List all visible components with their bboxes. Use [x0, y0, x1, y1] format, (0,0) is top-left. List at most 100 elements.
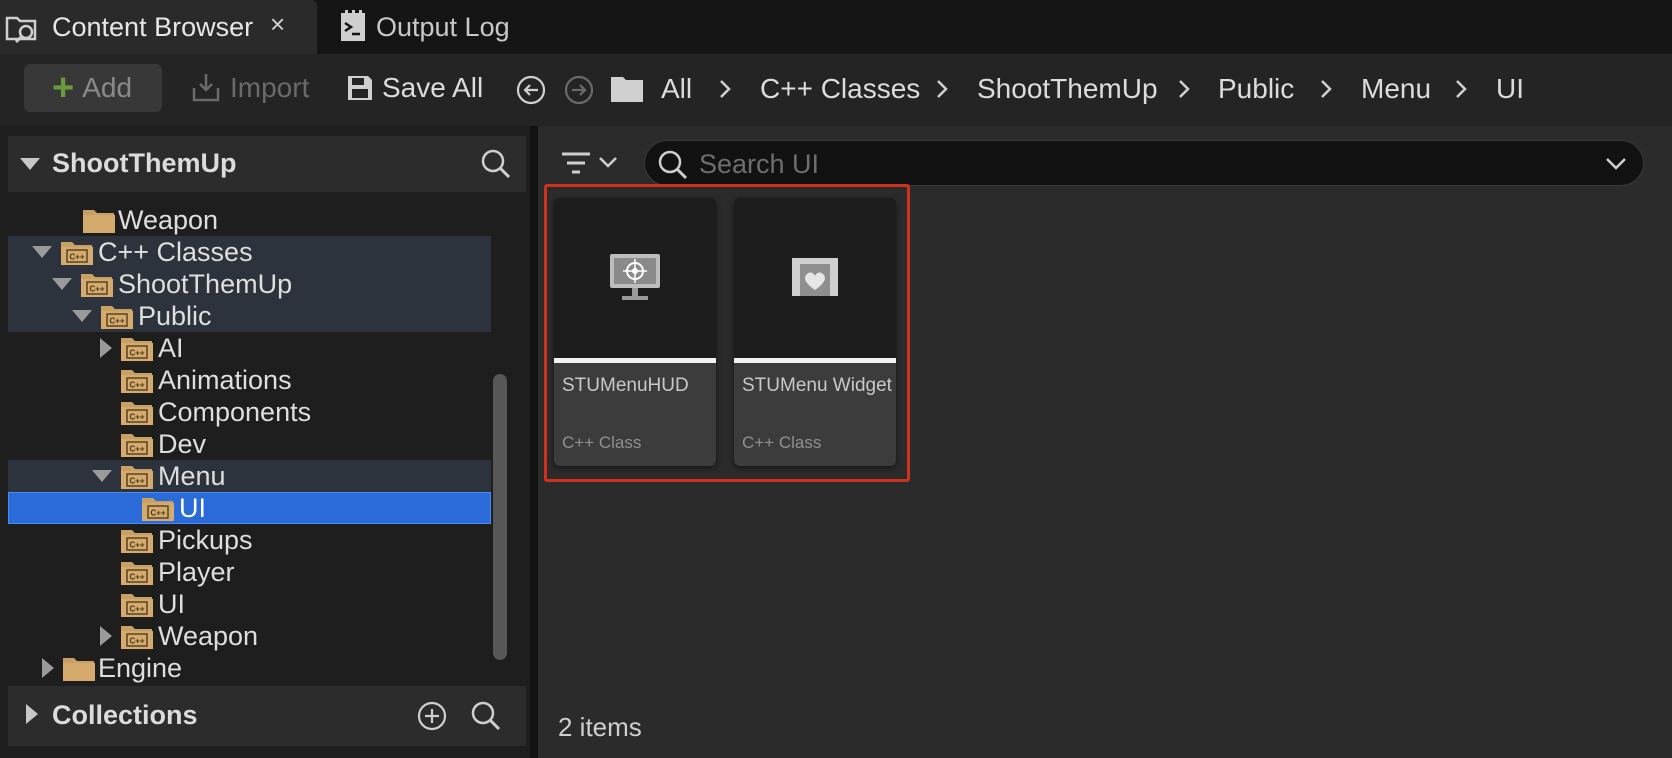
hud-monitor-icon: [610, 254, 660, 300]
breadcrumb-shootthemup[interactable]: ShootThemUp: [977, 71, 1158, 107]
search-icon: [658, 150, 688, 180]
cpp-folder-icon: [120, 558, 154, 586]
collections-title: Collections: [52, 700, 198, 730]
add-collection-icon[interactable]: [416, 700, 448, 732]
cpp-folder-icon: [60, 238, 94, 266]
tree-item-menu[interactable]: Menu: [8, 460, 491, 492]
expand-arrow-icon[interactable]: [92, 470, 112, 482]
breadcrumb-all[interactable]: All: [661, 71, 692, 107]
tree-item-shootthemup[interactable]: ShootThemUp: [8, 268, 491, 300]
tree-item-components[interactable]: Components: [8, 396, 491, 428]
tab-label: Content Browser: [52, 12, 254, 42]
expand-arrow-icon[interactable]: [32, 246, 52, 258]
sources-header[interactable]: ShootThemUp: [8, 136, 526, 192]
tab-output-log[interactable]: Output Log: [317, 0, 547, 54]
cpp-folder-icon: [120, 526, 154, 554]
expand-arrow-icon[interactable]: [72, 310, 92, 322]
chevron-down-icon[interactable]: [1605, 155, 1627, 173]
asset-type: C++ Class: [562, 433, 642, 452]
folder-icon: [82, 206, 116, 234]
cpp-folder-icon: [100, 302, 134, 330]
tree-item-dev[interactable]: Dev: [8, 428, 491, 460]
expand-arrow-icon[interactable]: [100, 626, 112, 646]
tree-item-ui[interactable]: UI: [8, 588, 491, 620]
search-input[interactable]: [699, 147, 1579, 181]
asset-thumbnail: [734, 198, 896, 358]
asset-tile[interactable]: STUMenuHUD C++ Class: [554, 198, 716, 466]
cpp-folder-icon: [141, 494, 175, 522]
add-label: Add: [82, 72, 133, 103]
tree-item-ai[interactable]: AI: [8, 332, 491, 364]
plus-icon: +: [52, 67, 75, 109]
cpp-folder-icon: [120, 366, 154, 394]
chevron-right-icon[interactable]: [1316, 78, 1336, 100]
folder-icon[interactable]: [610, 73, 644, 103]
asset-meta: STUMenu Widget C++ Class: [734, 363, 896, 466]
cpp-folder-icon: [120, 398, 154, 426]
cpp-folder-icon: [120, 590, 154, 618]
breadcrumb-cpp-classes[interactable]: C++ Classes: [760, 71, 920, 107]
tree-item-pickups[interactable]: Pickups: [8, 524, 491, 556]
tab-bar: Content Browser × Output Log: [0, 0, 1672, 54]
asset-name: STUMenuHUD: [562, 375, 689, 396]
tree-item-animations[interactable]: Animations: [8, 364, 491, 396]
chevron-right-icon[interactable]: [932, 78, 952, 100]
folder-icon: [62, 654, 96, 682]
save-icon: [348, 76, 372, 100]
tree-item-cpp-classes[interactable]: C++ Classes: [8, 236, 491, 268]
expand-arrow-icon[interactable]: [100, 338, 112, 358]
collapse-arrow-icon[interactable]: [20, 158, 40, 170]
output-log-icon: [341, 10, 365, 41]
folder-tree: Weapon C++ Classes ShootThemUp Public AI…: [8, 192, 494, 684]
cpp-folder-icon: [120, 430, 154, 458]
sources-panel: ShootThemUp Weapon C++ Classes ShootThem…: [0, 126, 530, 758]
chevron-right-icon[interactable]: [1451, 78, 1471, 100]
sources-title: ShootThemUp: [52, 148, 237, 178]
cpp-folder-icon: [120, 334, 154, 362]
widget-icon: [792, 258, 838, 296]
asset-view-panel: STUMenuHUD C++ Class STUMenu Widget C++ …: [538, 126, 1672, 758]
expand-arrow-icon[interactable]: [42, 658, 54, 678]
asset-thumbnail: [554, 198, 716, 358]
forward-arrow-icon[interactable]: [564, 75, 594, 105]
filter-icon[interactable]: [560, 146, 630, 186]
asset-search[interactable]: [644, 140, 1644, 186]
tree-item-public[interactable]: Public: [8, 300, 491, 332]
search-icon[interactable]: [470, 700, 502, 732]
save-all-label: Save All: [382, 72, 484, 103]
breadcrumb-ui[interactable]: UI: [1496, 71, 1524, 107]
import-label: Import: [230, 72, 310, 103]
asset-type: C++ Class: [742, 433, 822, 452]
close-icon[interactable]: ×: [270, 9, 285, 40]
asset-name: STUMenu Widget: [742, 375, 892, 396]
expand-arrow-icon[interactable]: [52, 278, 72, 290]
search-icon[interactable]: [480, 148, 512, 180]
panel-splitter[interactable]: [530, 126, 538, 758]
tree-item-engine[interactable]: Engine: [8, 652, 491, 684]
folder-icon: [80, 192, 114, 198]
expand-arrow-icon[interactable]: [26, 704, 38, 724]
import-button[interactable]: Import: [190, 64, 309, 112]
chevron-right-icon[interactable]: [1174, 78, 1194, 100]
back-arrow-icon[interactable]: [516, 75, 546, 105]
content-browser-icon: [5, 16, 37, 44]
tree-item-weapon-cpp[interactable]: Weapon: [8, 620, 491, 652]
tree-scrollbar[interactable]: [493, 374, 507, 660]
breadcrumb-public[interactable]: Public: [1218, 71, 1294, 107]
asset-tile[interactable]: STUMenu Widget C++ Class: [734, 198, 896, 466]
add-button[interactable]: + Add: [24, 64, 162, 112]
tree-item-player[interactable]: Player: [8, 556, 491, 588]
tab-content-browser[interactable]: Content Browser ×: [0, 0, 317, 54]
asset-meta: STUMenuHUD C++ Class: [554, 363, 716, 466]
tree-item-ui-selected[interactable]: UI: [8, 492, 491, 524]
cpp-folder-icon: [80, 270, 114, 298]
collections-header[interactable]: Collections: [8, 686, 526, 746]
item-count: 2 items: [558, 712, 642, 742]
chevron-right-icon[interactable]: [715, 78, 735, 100]
save-all-button[interactable]: Save All: [346, 64, 483, 112]
import-icon: [192, 74, 220, 102]
toolbar: + Add Import Save All All C++ Classes Sh…: [0, 54, 1672, 126]
breadcrumb-menu[interactable]: Menu: [1361, 71, 1431, 107]
tree-item-weapon[interactable]: Weapon: [8, 204, 491, 236]
cpp-folder-icon: [120, 462, 154, 490]
